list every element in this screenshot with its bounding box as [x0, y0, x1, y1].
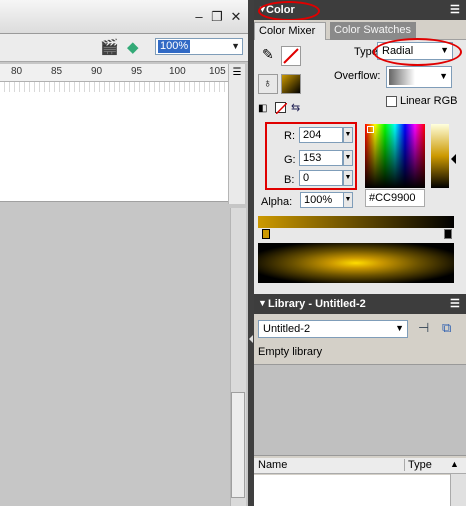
- pin-library-icon[interactable]: ⊣: [418, 320, 429, 336]
- chevron-down-icon[interactable]: ▼: [231, 41, 240, 51]
- red-label: R:: [284, 130, 295, 142]
- edit-symbols-icon[interactable]: ◆: [127, 38, 139, 56]
- color-spectrum[interactable]: [365, 124, 425, 188]
- tick-label: 80: [11, 66, 23, 77]
- stroke-color-swatch[interactable]: [281, 46, 301, 66]
- tick-label: 105: [209, 66, 226, 77]
- overflow-label: Overflow:: [334, 70, 381, 82]
- collapse-arrow-icon[interactable]: [249, 335, 253, 343]
- chevron-down-icon[interactable]: ▼: [439, 71, 448, 81]
- linear-rgb-checkbox[interactable]: [386, 96, 397, 107]
- timeline-layers[interactable]: [0, 92, 228, 202]
- new-library-panel-icon[interactable]: ⧉: [442, 320, 451, 336]
- library-preview: [254, 364, 466, 456]
- column-type-header[interactable]: Type: [404, 459, 432, 471]
- tick-label: 100: [169, 66, 186, 77]
- timeline-scrollbar[interactable]: [228, 64, 245, 204]
- annotation-oval: [373, 38, 462, 66]
- stage-scroll-thumb[interactable]: [231, 392, 245, 498]
- gradient-pointer-start[interactable]: [262, 229, 270, 239]
- brightness-pointer[interactable]: [451, 154, 456, 164]
- tick-label: 90: [91, 66, 103, 77]
- edit-scene-icon[interactable]: 🎬: [100, 38, 119, 56]
- library-item-list[interactable]: [254, 475, 450, 506]
- zoom-value: 100%: [158, 40, 191, 53]
- zoom-select[interactable]: 100% ▼: [155, 38, 243, 55]
- annotation-oval: [258, 1, 320, 21]
- library-panel-title: Library - Untitled-2: [268, 298, 366, 310]
- linear-rgb-label: Linear RGB: [400, 95, 458, 107]
- sort-icon[interactable]: ▲: [450, 459, 459, 469]
- overflow-select[interactable]: ▼: [386, 66, 452, 88]
- brightness-slider[interactable]: [431, 124, 449, 188]
- tick-label: 85: [51, 66, 63, 77]
- library-scrollbar[interactable]: [450, 474, 466, 506]
- red-dropdown-icon[interactable]: ▼: [343, 127, 353, 143]
- blue-label: B:: [284, 174, 295, 186]
- paint-bucket-icon[interactable]: ♁: [258, 74, 278, 94]
- overflow-preview: [389, 69, 415, 85]
- fill-color-swatch[interactable]: [281, 74, 301, 94]
- green-input[interactable]: 153: [299, 150, 343, 166]
- minimize-icon[interactable]: –: [192, 10, 206, 24]
- no-color-icon[interactable]: [275, 102, 287, 114]
- library-panel-header[interactable]: ▼ Library - Untitled-2 ☰: [254, 294, 466, 314]
- gradient-pointer-end[interactable]: [444, 229, 452, 239]
- blue-input[interactable]: 0: [299, 170, 343, 186]
- hex-input[interactable]: #CC9900: [365, 189, 425, 207]
- green-dropdown-icon[interactable]: ▼: [343, 150, 353, 166]
- library-document-value: Untitled-2: [263, 323, 311, 335]
- restore-icon[interactable]: ❐: [210, 10, 224, 24]
- panel-options-icon[interactable]: ☰: [450, 297, 460, 310]
- collapse-triangle-icon[interactable]: ▼: [258, 298, 267, 308]
- pencil-icon[interactable]: ✎: [262, 46, 274, 63]
- gradient-bar[interactable]: [258, 216, 454, 228]
- tab-color-swatches[interactable]: Color Swatches: [330, 22, 416, 40]
- green-label: G:: [284, 154, 296, 166]
- library-status: Empty library: [258, 346, 323, 358]
- column-name-header[interactable]: Name: [258, 459, 287, 471]
- black-white-icon[interactable]: ◧: [258, 103, 267, 114]
- panel-options-icon[interactable]: ☰: [450, 3, 460, 16]
- library-columns: Name Type ▲: [254, 458, 466, 474]
- tab-color-mixer[interactable]: Color Mixer: [254, 22, 326, 40]
- tick-label: 95: [131, 66, 143, 77]
- library-document-select[interactable]: Untitled-2 ▼: [258, 320, 408, 338]
- red-input[interactable]: 204: [299, 127, 343, 143]
- alpha-dropdown-icon[interactable]: ▼: [343, 192, 353, 208]
- timeline-frames[interactable]: [0, 82, 228, 92]
- alpha-label: Alpha:: [261, 196, 293, 208]
- spectrum-crosshair[interactable]: [367, 126, 374, 133]
- gradient-preview: [258, 243, 454, 283]
- alpha-input[interactable]: 100%: [300, 192, 344, 208]
- blue-dropdown-icon[interactable]: ▼: [343, 170, 353, 186]
- timeline-menu-icon[interactable]: ☰: [229, 67, 245, 81]
- chevron-down-icon[interactable]: ▼: [395, 323, 404, 333]
- swap-colors-icon[interactable]: ⇆: [291, 101, 300, 114]
- close-icon[interactable]: ✕: [229, 10, 243, 24]
- timeline-ruler: 80 85 90 95 100 105: [0, 64, 228, 82]
